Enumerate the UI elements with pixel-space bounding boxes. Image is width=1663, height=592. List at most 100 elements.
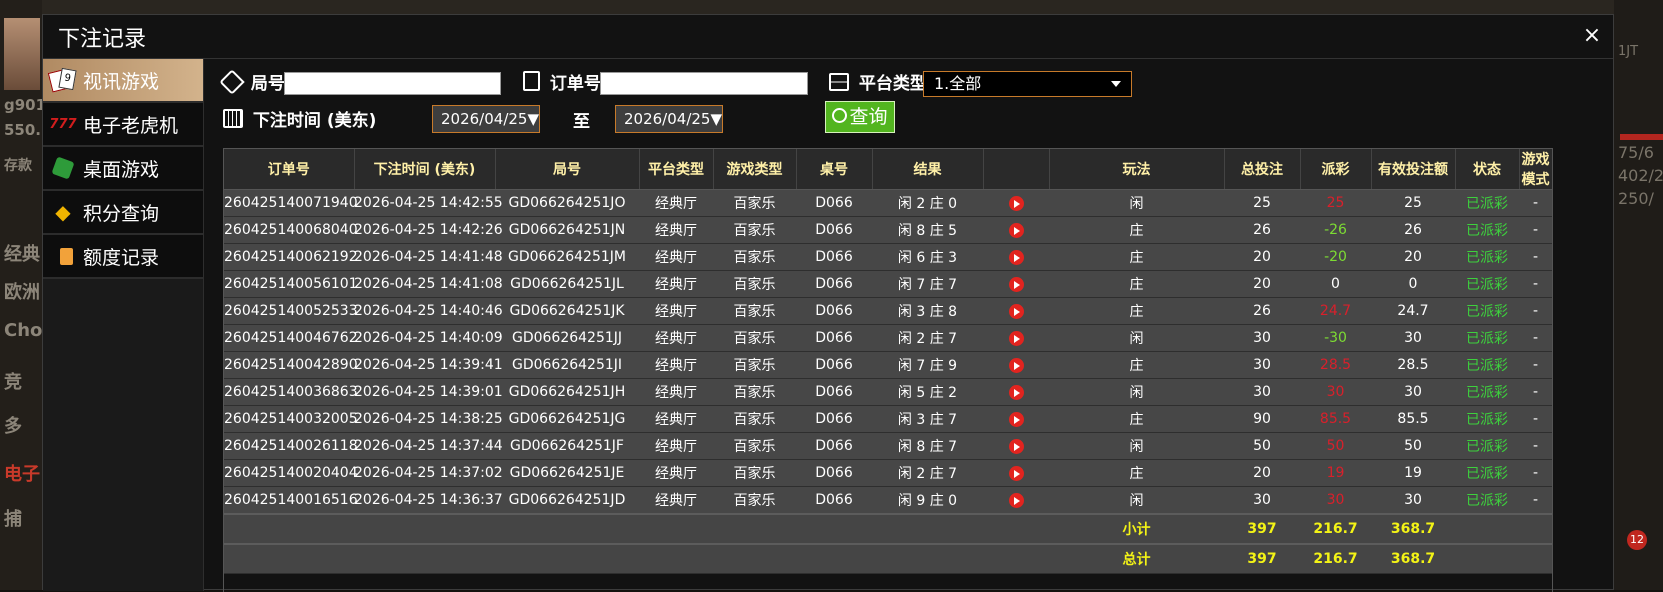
sidebar-item-label: 电子老虎机	[83, 114, 179, 137]
game-type-cell: 百家乐	[713, 243, 796, 271]
bet-time-cell: 2026-04-25 14:40:46	[354, 297, 503, 325]
query-button-label: 查询	[849, 106, 888, 128]
play-video-icon[interactable]	[1008, 357, 1024, 373]
play-video-icon[interactable]	[1008, 195, 1024, 211]
sidebar-item-points[interactable]: ◆ 积分查询	[43, 191, 203, 235]
table-no-cell: D066	[796, 243, 872, 271]
platform-cell: 经典厅	[639, 189, 713, 217]
avatar	[4, 18, 40, 90]
payout-cell: 50	[1300, 432, 1371, 460]
round-id-cell: GD066264251JI	[495, 351, 639, 379]
platform-cell: 经典厅	[639, 324, 713, 352]
query-button[interactable]: 查询	[825, 101, 895, 133]
bet-type-cell: 闲	[1049, 432, 1224, 460]
table-row: 260425140052533 2026-04-25 14:40:46 GD0662…	[224, 297, 1552, 325]
bet-time-cell: 2026-04-25 14:39:41	[354, 351, 503, 379]
bg-text: 欧洲	[4, 282, 40, 303]
table-no-cell: D066	[796, 297, 872, 325]
replay-cell	[983, 324, 1049, 352]
valid-bet-cell: 50	[1371, 432, 1455, 460]
round-label-text: 局号	[250, 74, 285, 94]
bet-type-cell: 闲	[1049, 486, 1224, 515]
search-icon	[832, 108, 848, 123]
bet-time-cell: 2026-04-25 14:36:37	[354, 486, 503, 515]
play-video-icon[interactable]	[1008, 276, 1024, 292]
background-red-bar	[1620, 134, 1663, 140]
replay-cell	[983, 459, 1049, 487]
sidebar-item-label: 视讯游戏	[83, 70, 160, 93]
payout-cell: 30	[1300, 486, 1371, 515]
valid-bet-cell: 30	[1371, 378, 1455, 406]
bg-text: g901	[4, 96, 47, 114]
platform-cell: 经典厅	[639, 243, 713, 271]
bet-time-cell: 2026-04-25 14:41:48	[354, 243, 503, 271]
round-id-cell: GD066264251JJ	[495, 324, 639, 352]
play-video-icon[interactable]	[1008, 465, 1024, 481]
background-left-panel: g901 550. 存款 经典 欧洲 Choc 竞 多 电子 捕	[0, 0, 53, 590]
round-input[interactable]	[284, 72, 501, 95]
bet-type-cell: 庄	[1049, 243, 1224, 271]
column-header: 总投注	[1224, 149, 1301, 190]
server-icon	[829, 73, 849, 91]
play-video-icon[interactable]	[1008, 249, 1024, 265]
tag-icon	[219, 69, 245, 95]
result-cell: 闲 7 庄 7	[872, 270, 983, 298]
total-bet-cell: 25	[1224, 189, 1300, 217]
play-video-icon[interactable]	[1008, 492, 1024, 508]
payout-cell: 0	[1300, 270, 1371, 298]
bet-type-cell: 闲	[1049, 189, 1224, 217]
blank-cell	[1455, 543, 1552, 574]
bg-text: 经典	[4, 244, 40, 265]
table-row: 260425140042890 2026-04-25 14:39:41 GD0662…	[224, 351, 1552, 379]
notification-badge: 12	[1627, 530, 1647, 550]
play-video-icon[interactable]	[1008, 303, 1024, 319]
table-no-cell: D066	[796, 270, 872, 298]
play-video-icon[interactable]	[1008, 438, 1024, 454]
play-video-icon[interactable]	[1008, 330, 1024, 346]
bet-time-cell: 2026-04-25 14:41:08	[354, 270, 503, 298]
total-bet-cell: 30	[1224, 351, 1300, 379]
sidebar-item-table-games[interactable]: 桌面游戏	[43, 147, 203, 191]
date-to-picker[interactable]: 2026/04/25▼	[615, 105, 723, 133]
order-label: 订单号	[523, 69, 601, 94]
platform-select-value: 1.全部	[934, 74, 982, 93]
column-header: 局号	[495, 149, 640, 190]
close-button[interactable]: ×	[1579, 23, 1605, 49]
date-from-picker[interactable]: 2026/04/25▼	[432, 105, 540, 133]
play-video-icon[interactable]	[1008, 411, 1024, 427]
result-cell: 闲 5 庄 2	[872, 378, 983, 406]
sidebar-item-label: 额度记录	[83, 246, 160, 269]
background-right-panel: 1JT 75/6 402/2 250/	[1614, 0, 1663, 590]
sidebar-item-credit-records[interactable]: 额度记录	[43, 235, 203, 279]
result-cell: 闲 2 庄 7	[872, 459, 983, 487]
table-row: 260425140056101 2026-04-25 14:41:08 GD0662…	[224, 270, 1552, 298]
platform-label: 平台类型	[829, 69, 927, 94]
replay-cell	[983, 216, 1049, 244]
clipboard-icon	[523, 71, 540, 91]
result-cell: 闲 2 庄 0	[872, 189, 983, 217]
table-no-cell: D066	[796, 351, 872, 379]
bet-type-cell: 庄	[1049, 351, 1224, 379]
column-header: 桌号	[796, 149, 873, 190]
bet-type-cell: 庄	[1049, 459, 1224, 487]
platform-select[interactable]: 1.全部	[923, 71, 1132, 97]
play-video-icon[interactable]	[1008, 222, 1024, 238]
order-input[interactable]	[600, 72, 808, 95]
replay-cell	[983, 432, 1049, 460]
platform-cell: 经典厅	[639, 486, 713, 515]
table-row: 260425140026118 2026-04-25 14:37:44 GD0662…	[224, 432, 1552, 460]
play-video-icon[interactable]	[1008, 384, 1024, 400]
bg-text: 竞	[4, 372, 22, 393]
platform-cell: 经典厅	[639, 297, 713, 325]
sidebar-item-live-games[interactable]: 9 视讯游戏	[43, 59, 203, 103]
total-label: 总计	[1049, 543, 1224, 574]
sidebar-item-slots[interactable]: 777 电子老虎机	[43, 103, 203, 147]
order-label-text: 订单号	[549, 74, 601, 94]
column-header: 订单号	[224, 149, 355, 190]
order-id-cell: 260425140052533	[224, 297, 358, 325]
bet-time-cell: 2026-04-25 14:42:26	[354, 216, 503, 244]
bet-record-modal: 下注记录 × 9 视讯游戏 777 电子老虎机 桌面游戏 ◆ 积分查询 额度记录…	[42, 14, 1614, 592]
total-bet-cell: 20	[1224, 270, 1300, 298]
bet-type-cell: 闲	[1049, 324, 1224, 352]
table-header-row: 订单号 下注时间 (美东) 局号 平台类型 游戏类型 桌号 结果 玩法 总投注 派彩 有效投注额 状态…	[224, 149, 1552, 190]
